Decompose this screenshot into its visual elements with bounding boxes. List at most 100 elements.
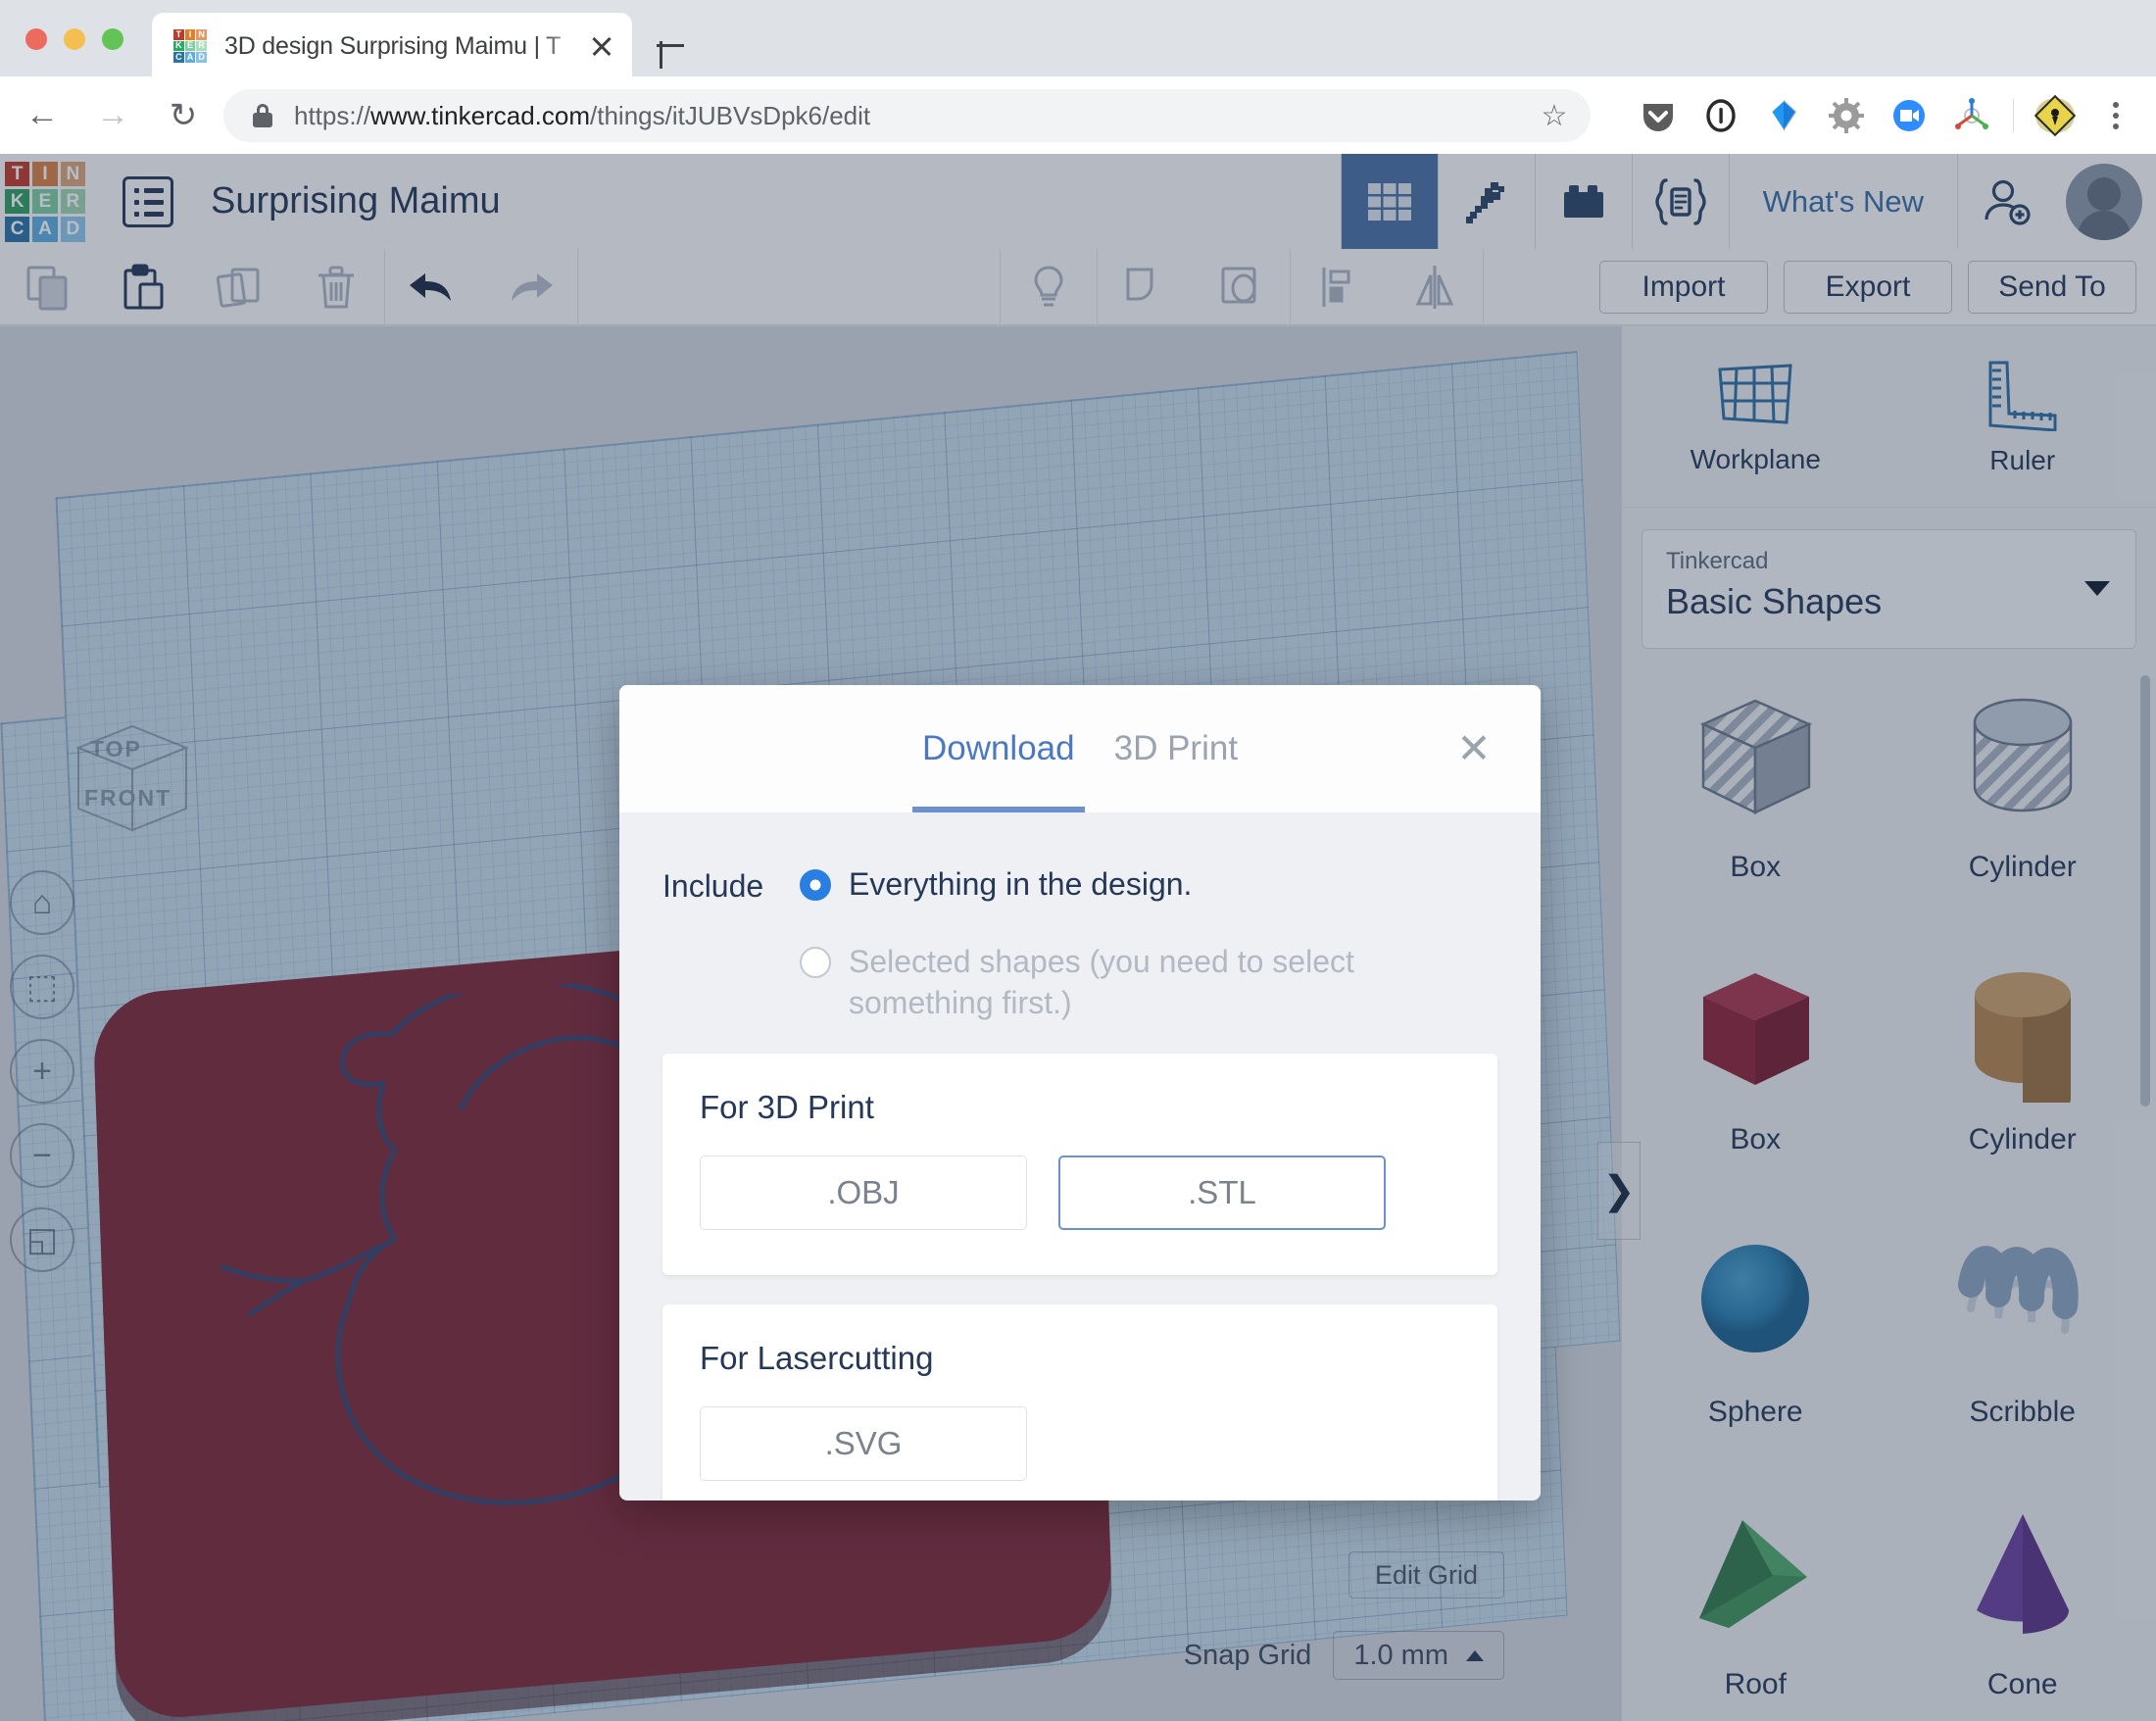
logo-tile-t: T (173, 29, 184, 40)
logo-tile-e: E (185, 41, 196, 52)
ungroup-icon[interactable] (1194, 249, 1290, 325)
tab-strip: TINKERCAD 3D design Surprising Maimu | T (0, 0, 2156, 76)
shape-item-hole-cylinder[interactable]: Cylinder (1889, 669, 2156, 942)
zoom-video-extension-icon[interactable] (1878, 90, 1940, 141)
fit-to-view-button[interactable]: ⬚ (10, 955, 74, 1019)
app-header-right: What's New (1341, 154, 2156, 249)
design-list-button[interactable] (122, 176, 173, 227)
tab-3d-print[interactable]: 3D Print (1095, 685, 1257, 812)
shape-item-hole-box[interactable]: Box (1622, 669, 1889, 942)
3d-print-format-row: .OBJ .STL (700, 1156, 1460, 1230)
shape-item-label: Roof (1725, 1668, 1787, 1701)
minimize-window-button[interactable] (64, 28, 85, 50)
forward-button[interactable]: → (84, 87, 141, 144)
info-extension-icon[interactable] (1690, 90, 1752, 141)
caution-extension-icon[interactable] (2024, 90, 2086, 141)
logo-tile-t: T (5, 162, 29, 186)
whats-new-link[interactable]: What's New (1730, 154, 1957, 249)
user-avatar[interactable] (2066, 164, 2142, 240)
sphere-icon (1682, 1228, 1829, 1380)
collapse-panel-button[interactable]: ❯ (1597, 1142, 1641, 1240)
browser-tab-active[interactable]: TINKERCAD 3D design Surprising Maimu | T (152, 13, 632, 79)
paste-icon[interactable] (96, 249, 192, 325)
extension-icons (1627, 90, 2139, 141)
shape-item-solid-cylinder[interactable]: Cylinder (1889, 942, 2156, 1214)
logo-tile-k: K (5, 189, 29, 214)
svg-download-button[interactable]: .SVG (700, 1406, 1027, 1481)
stl-download-button[interactable]: .STL (1058, 1156, 1386, 1230)
duplicate-icon[interactable] (192, 249, 288, 325)
address-bar[interactable]: https://www.tinkercad.com/things/itJUBVs… (223, 89, 1591, 142)
import-button[interactable]: Import (1599, 261, 1768, 314)
codeblocks-icon[interactable] (1633, 154, 1729, 249)
close-window-button[interactable] (25, 28, 47, 50)
home-view-button[interactable]: ⌂ (10, 870, 74, 935)
shape-library-name: Basic Shapes (1666, 581, 2112, 622)
close-tab-icon[interactable] (585, 29, 618, 63)
pickaxe-minecraft-icon[interactable] (1439, 154, 1535, 249)
radio-everything-in-design[interactable]: Everything in the design. (800, 863, 1497, 906)
shape-item-solid-box[interactable]: Box (1622, 942, 1889, 1214)
snap-grid-control: Snap Grid 1.0 mm (1184, 1631, 1504, 1680)
design-title[interactable]: Surprising Maimu (211, 180, 501, 222)
marker-extension-icon[interactable] (1752, 90, 1815, 141)
lock-icon (253, 104, 272, 127)
group-icon[interactable] (1098, 249, 1194, 325)
ruler-tool[interactable]: Ruler (1889, 326, 2156, 507)
export-modal: Download 3D Print ✕ Include Everything i… (619, 685, 1541, 1500)
tinkercad-logo[interactable]: TINKERCAD (5, 162, 85, 242)
window-traffic-lights (25, 28, 123, 50)
export-button[interactable]: Export (1784, 261, 1952, 314)
pocket-extension-icon[interactable] (1627, 90, 1690, 141)
logo-tile-c: C (173, 52, 184, 63)
delete-trash-icon[interactable] (288, 249, 384, 325)
view-cube[interactable]: TOP FRONT (59, 718, 206, 870)
shape-item-sphere[interactable]: Sphere (1622, 1214, 1889, 1487)
include-row: Include Everything in the design. Select… (662, 863, 1497, 1024)
edit-grid-button[interactable]: Edit Grid (1348, 1551, 1504, 1598)
shape-item-scribble[interactable]: Scribble (1889, 1214, 2156, 1487)
include-label: Include (662, 863, 800, 905)
gear-extension-icon[interactable] (1815, 90, 1878, 141)
scribble-icon (1949, 1228, 2096, 1380)
align-icon[interactable] (1291, 249, 1387, 325)
orthographic-view-button[interactable]: ◱ (10, 1207, 74, 1272)
hole-box-icon (1682, 683, 1829, 835)
shape-library-select[interactable]: Tinkercad Basic Shapes (1642, 529, 2136, 649)
add-person-icon[interactable] (1958, 154, 2054, 249)
radio-button-unchecked[interactable] (800, 947, 831, 978)
redo-icon[interactable] (481, 249, 577, 325)
url-text: https://www.tinkercad.com/things/itJUBVs… (294, 101, 870, 131)
back-button[interactable]: ← (14, 87, 71, 144)
mirror-flip-icon[interactable] (1387, 249, 1483, 325)
shape-grid: BoxCylinderBoxCylinderSphereScribbleRoof… (1622, 669, 2156, 1721)
hole-cylinder-icon (1949, 683, 2096, 835)
tinkercad-favicon-icon: TINKERCAD (173, 29, 207, 63)
lightbulb-hint-icon[interactable] (1001, 249, 1097, 325)
workplane-tool[interactable]: Workplane (1622, 326, 1889, 507)
shape-item-cone[interactable]: Cone (1889, 1487, 2156, 1721)
grid-view-icon[interactable] (1342, 154, 1438, 249)
logo-tile-a: A (185, 52, 196, 63)
zoom-in-button[interactable]: + (10, 1039, 74, 1104)
radio-button-checked[interactable] (800, 869, 831, 901)
close-icon[interactable]: ✕ (1452, 727, 1495, 770)
kebab-menu-icon[interactable] (2092, 90, 2139, 141)
radio-selected-shapes[interactable]: Selected shapes (you need to select some… (800, 941, 1497, 1024)
autodesk-extension-icon[interactable] (1940, 90, 2003, 141)
zoom-out-button[interactable]: − (10, 1123, 74, 1188)
url-path: /things/itJUBVsDpk6/edit (590, 101, 870, 130)
shape-panel-scrollbar[interactable] (2140, 675, 2150, 1106)
new-tab-button[interactable] (647, 22, 694, 69)
reload-button[interactable]: ↻ (155, 87, 212, 144)
send-to-button[interactable]: Send To (1968, 261, 2136, 314)
tab-download[interactable]: Download (903, 685, 1095, 812)
obj-download-button[interactable]: .OBJ (700, 1156, 1027, 1230)
maximize-window-button[interactable] (102, 28, 123, 50)
bookmark-star-icon[interactable]: ☆ (1534, 95, 1575, 136)
copy-icon[interactable] (0, 249, 96, 325)
lego-brick-icon[interactable] (1536, 154, 1632, 249)
shape-item-roof[interactable]: Roof (1622, 1487, 1889, 1721)
undo-icon[interactable] (385, 249, 481, 325)
snap-grid-select[interactable]: 1.0 mm (1333, 1631, 1504, 1680)
